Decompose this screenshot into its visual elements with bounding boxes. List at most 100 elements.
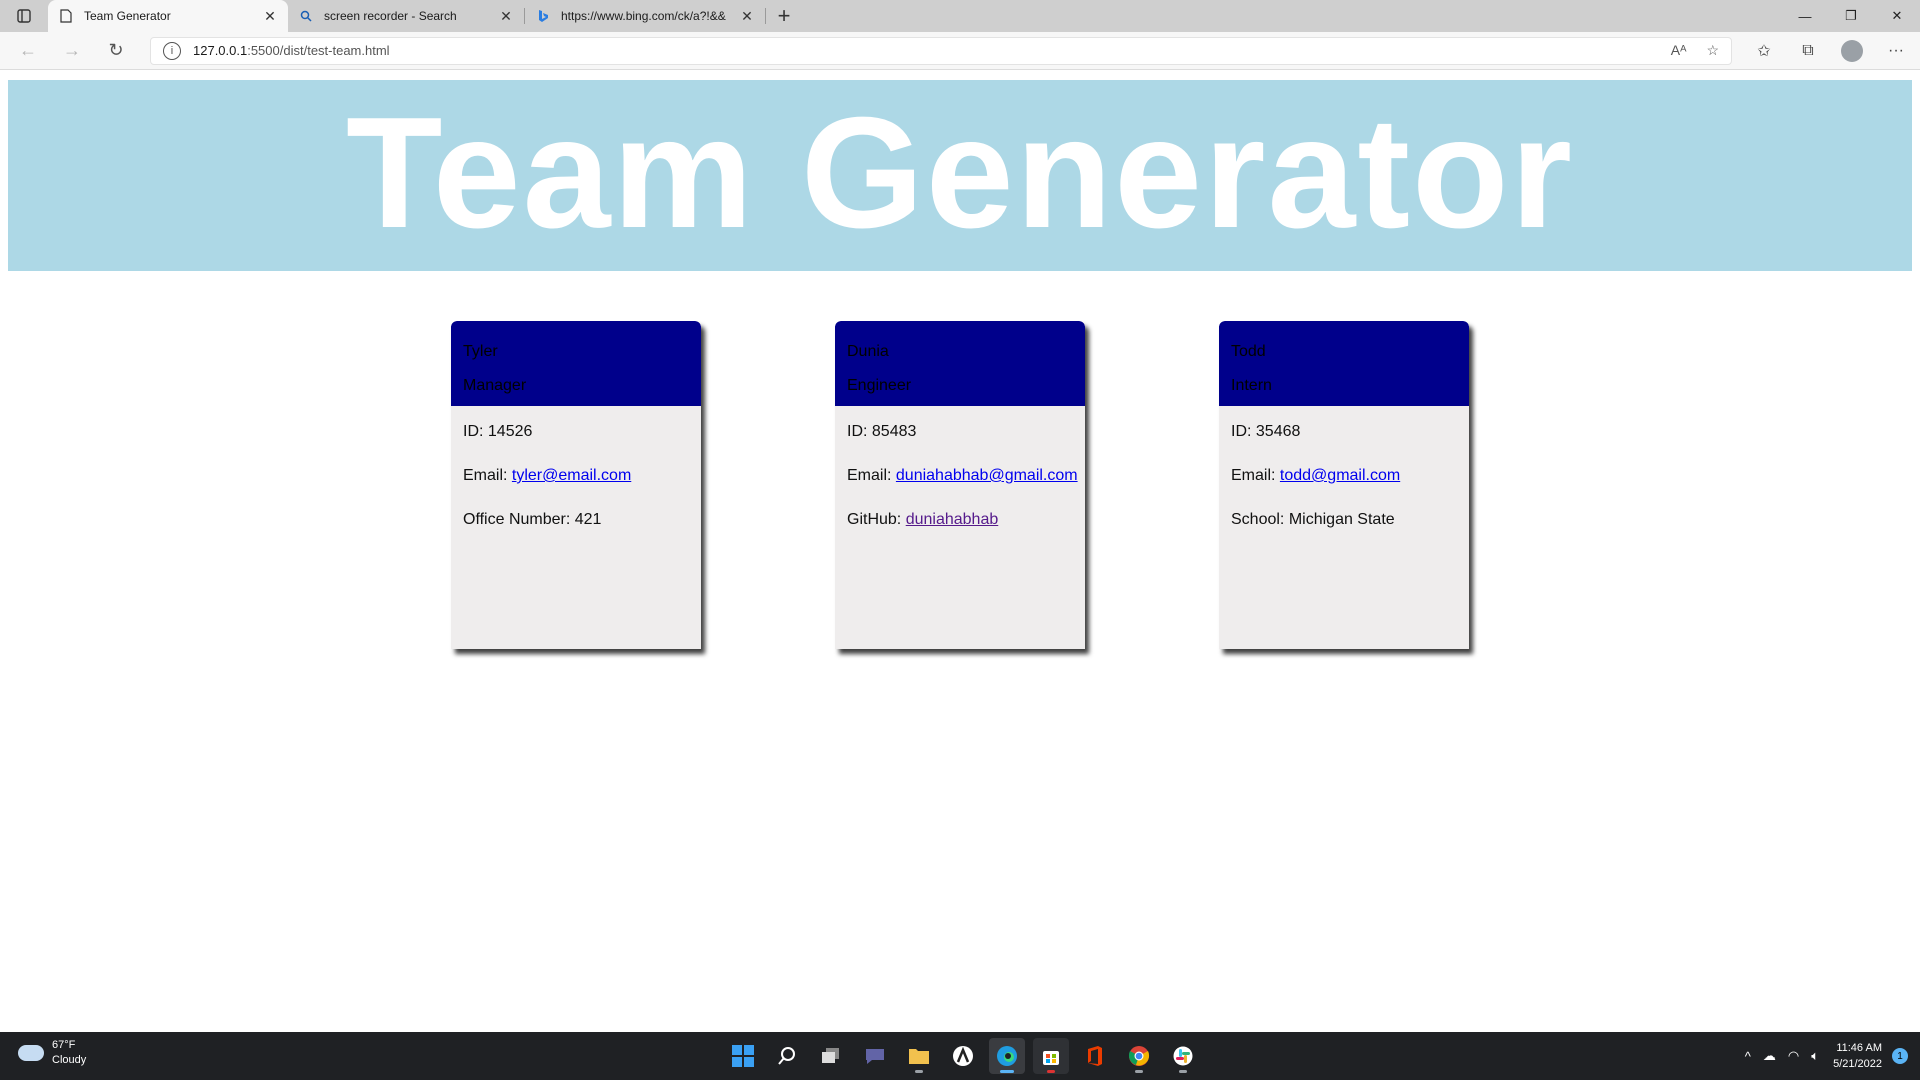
tab-title: screen recorder - Search: [324, 9, 457, 23]
search-icon: [298, 8, 314, 24]
running-indicator: [1179, 1070, 1187, 1073]
notification-badge[interactable]: 1: [1892, 1048, 1908, 1064]
teams-chat-button[interactable]: [857, 1038, 893, 1074]
slack-button[interactable]: [1165, 1038, 1201, 1074]
employee-id: ID: 35468: [1231, 422, 1457, 441]
back-arrow-icon: ←: [19, 40, 37, 60]
close-window-button[interactable]: ✕: [1874, 0, 1920, 32]
tab-title: https://www.bing.com/ck/a?!&&: [561, 9, 726, 23]
running-indicator: [915, 1070, 923, 1073]
edge-button[interactable]: [989, 1038, 1025, 1074]
restore-icon: ❐: [1845, 8, 1857, 23]
chrome-button[interactable]: [1121, 1038, 1157, 1074]
favorites-button[interactable]: ✩: [1742, 32, 1786, 70]
running-indicator: [1135, 1070, 1143, 1073]
employee-email: Email: duniahabhab@gmail.com: [847, 466, 1078, 485]
employee-role: Engineer: [847, 377, 912, 394]
card-header: Dunia Engineer: [835, 321, 1085, 406]
tab-actions-button[interactable]: [0, 0, 48, 32]
refresh-icon: ↻: [108, 40, 124, 60]
employee-card-engineer: Dunia Engineer ID: 85483 Email: duniahab…: [835, 321, 1085, 649]
employee-name: Tyler: [463, 343, 498, 360]
edge-icon: [997, 1046, 1017, 1066]
file-explorer-button[interactable]: [901, 1038, 937, 1074]
forward-arrow-icon: →: [63, 40, 81, 60]
settings-more-button[interactable]: ···: [1874, 32, 1918, 70]
avatar: [1841, 39, 1863, 62]
bing-icon: [535, 8, 551, 24]
employee-name: Todd: [1231, 343, 1266, 360]
read-aloud-icon[interactable]: Aᴬ: [1671, 42, 1687, 59]
profile-button[interactable]: [1830, 32, 1874, 70]
office-label: Office Number:: [463, 511, 571, 528]
info-icon[interactable]: i: [163, 41, 181, 60]
slack-icon: [1173, 1046, 1193, 1066]
url-path: :5500/dist/test-team.html: [247, 43, 390, 58]
close-icon: ✕: [1891, 8, 1903, 23]
task-view-icon: [822, 1048, 839, 1063]
email-link[interactable]: duniahabhab@gmail.com: [896, 467, 1078, 484]
chat-icon: [866, 1049, 884, 1064]
email-label: Email:: [847, 467, 892, 484]
folder-icon: [909, 1049, 929, 1064]
school-label: School:: [1231, 511, 1285, 528]
window-controls: — ❐ ✕: [1782, 0, 1920, 32]
onedrive-icon[interactable]: ☁: [1763, 1048, 1776, 1064]
close-tab-icon[interactable]: ✕: [262, 8, 278, 25]
email-link[interactable]: tyler@email.com: [512, 467, 631, 484]
page-viewport: Team Generator Tyler Manager ID: 14526 E…: [0, 71, 1920, 1032]
employee-role: Intern: [1231, 377, 1272, 394]
favorites-icon: ✩: [1757, 42, 1771, 60]
weather-temp: 67°F: [52, 1039, 76, 1051]
forward-button[interactable]: →: [50, 32, 94, 70]
office-number: Office Number: 421: [463, 510, 689, 529]
add-favorite-icon[interactable]: ☆: [1706, 42, 1719, 59]
header-banner: Team Generator: [8, 80, 1912, 271]
github: GitHub: duniahabhab: [847, 510, 1073, 529]
clock[interactable]: 11:46 AM 5/21/2022: [1833, 1040, 1882, 1072]
wifi-icon[interactable]: ◠: [1788, 1048, 1799, 1064]
system-tray: ^ ☁ ◠ 🔈︎ 11:46 AM 5/21/2022 1: [1739, 1032, 1908, 1080]
weather-widget[interactable]: 67°F Cloudy: [18, 1038, 86, 1068]
tab-team-generator[interactable]: Team Generator ✕: [48, 0, 288, 32]
back-button[interactable]: ←: [6, 32, 50, 70]
app-button[interactable]: [945, 1038, 981, 1074]
github-link[interactable]: duniahabhab: [906, 511, 999, 528]
card-body: ID: 85483 Email: duniahabhab@gmail.com G…: [835, 406, 1085, 570]
page-icon: [58, 8, 74, 24]
tab-bing[interactable]: https://www.bing.com/ck/a?!&& ✕: [525, 0, 765, 32]
address-bar[interactable]: i 127.0.0.1:5500/dist/test-team.html Aᴬ …: [150, 36, 1732, 65]
collections-icon: ⧉: [1802, 41, 1814, 59]
chrome-icon: [1128, 1046, 1150, 1066]
new-tab-button[interactable]: +: [766, 0, 802, 32]
volume-icon[interactable]: 🔈︎: [1811, 1048, 1819, 1064]
employee-id: ID: 14526: [463, 422, 689, 441]
employee-email: Email: todd@gmail.com: [1231, 466, 1457, 485]
clock-time: 11:46 AM: [1836, 1042, 1882, 1054]
browser-toolbar: ← → ↻ i 127.0.0.1:5500/dist/test-team.ht…: [0, 32, 1920, 70]
chevron-up-icon[interactable]: ^: [1745, 1049, 1751, 1064]
task-view-button[interactable]: [813, 1038, 849, 1074]
more-icon: ···: [1888, 41, 1904, 59]
close-tab-icon[interactable]: ✕: [739, 8, 755, 25]
start-button[interactable]: [725, 1038, 761, 1074]
restore-button[interactable]: ❐: [1828, 0, 1874, 32]
tab-search[interactable]: screen recorder - Search ✕: [288, 0, 524, 32]
card-body: ID: 14526 Email: tyler@email.com Office …: [451, 406, 701, 570]
office-button[interactable]: [1077, 1038, 1113, 1074]
collections-button[interactable]: ⧉: [1786, 32, 1830, 70]
search-button[interactable]: [769, 1038, 805, 1074]
email-link[interactable]: todd@gmail.com: [1280, 467, 1400, 484]
taskbar: 67°F Cloudy ^ ☁ ◠ 🔈︎ 11:46 AM 5/21/2022 …: [0, 1032, 1920, 1080]
page-title: Team Generator: [345, 84, 1575, 261]
tab-title: Team Generator: [84, 9, 171, 23]
close-tab-icon[interactable]: ✕: [498, 8, 514, 25]
employee-role: Manager: [463, 377, 527, 394]
card-header: Todd Intern: [1219, 321, 1469, 406]
store-button[interactable]: [1033, 1038, 1069, 1074]
employee-card-manager: Tyler Manager ID: 14526 Email: tyler@ema…: [451, 321, 701, 649]
minimize-icon: —: [1798, 8, 1812, 24]
refresh-button[interactable]: ↻: [94, 32, 138, 70]
id-label: ID:: [1231, 423, 1252, 440]
minimize-button[interactable]: —: [1782, 0, 1828, 32]
